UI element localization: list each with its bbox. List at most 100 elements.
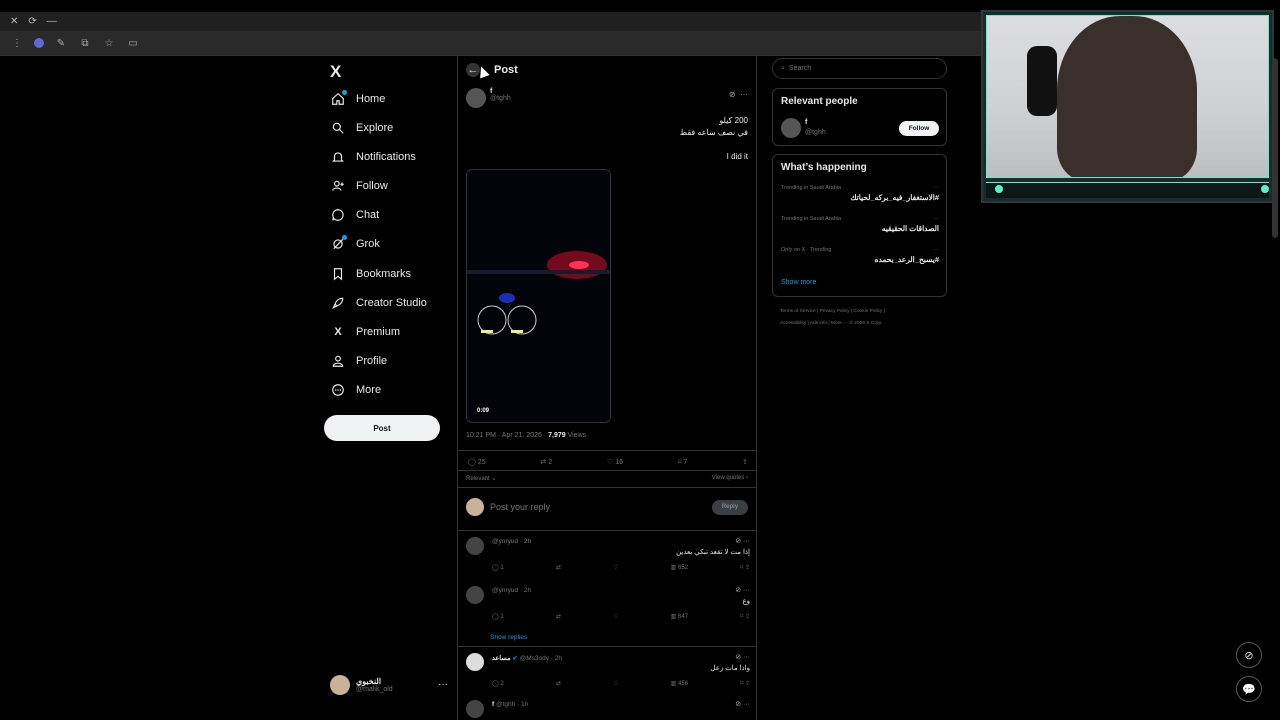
page-title: Post: [494, 64, 518, 76]
follow-button[interactable]: Follow: [899, 121, 939, 136]
nav-home[interactable]: Home: [330, 89, 385, 109]
extension-icon[interactable]: ✎: [54, 38, 68, 49]
nav-profile[interactable]: Profile: [330, 351, 387, 371]
profile-icon[interactable]: [34, 38, 44, 48]
repost-icon[interactable]: ⇄: [556, 564, 561, 571]
browser-tab-bar: ✕ ⟳ —: [0, 12, 985, 31]
nav-chat[interactable]: Chat: [330, 205, 379, 225]
reply-composer: Post your reply Reply: [466, 497, 748, 517]
heart-icon[interactable]: ♡: [613, 613, 618, 620]
search-input[interactable]: ⌕ Search: [772, 58, 947, 79]
bookmark-share-icons[interactable]: ⌑ ⇪: [740, 613, 750, 620]
video-player[interactable]: 0:09: [466, 169, 611, 423]
frame-ornament-icon: [1261, 185, 1269, 193]
more-icon[interactable]: ···: [933, 185, 939, 191]
reply-options[interactable]: ⊘ ···: [735, 537, 750, 545]
divider: [458, 470, 756, 471]
nav-grok[interactable]: Grok: [330, 234, 380, 254]
view-quotes-link[interactable]: View quotes ›: [712, 475, 748, 481]
person-face: [1057, 16, 1197, 177]
grok-icon[interactable]: ⊘: [729, 90, 736, 99]
avatar: [466, 700, 484, 718]
account-switcher[interactable]: النخبوي @malik_old ···: [330, 675, 448, 695]
reply-handle: @Ms3ody · 2h: [519, 655, 563, 662]
cast-icon[interactable]: ▭: [126, 38, 140, 49]
views-action[interactable]: ▥ 652: [671, 564, 688, 571]
footer-links[interactable]: Terms of Service | Privacy Policy | Cook…: [780, 309, 940, 314]
repost-icon[interactable]: ⇄: [556, 680, 561, 687]
trend-item[interactable]: Trending in Saudi Arabia ··· الصداقات ال…: [781, 216, 939, 233]
nav-follow[interactable]: Follow: [330, 176, 388, 196]
show-replies-link[interactable]: Show replies: [490, 634, 527, 641]
search-icon: [330, 120, 346, 136]
avatar: [466, 653, 484, 671]
close-icon[interactable]: ✕: [10, 16, 18, 27]
footer-links[interactable]: Accessibility | Ads info | More ··· © 20…: [780, 321, 940, 326]
bookmark-share-icons[interactable]: ⌑ ⇪: [740, 564, 750, 571]
reply-options[interactable]: ⊘ ···: [735, 586, 750, 594]
reply-text: إذا مت لا تقعد تبكي بعدين: [676, 549, 750, 556]
nav-more[interactable]: More: [330, 380, 381, 400]
trend-context: Trending in Saudi Arabia: [781, 216, 842, 222]
more-icon[interactable]: ···: [933, 247, 939, 253]
nav-premium[interactable]: X Premium: [330, 322, 400, 342]
post-button[interactable]: Post: [324, 415, 440, 441]
star-icon[interactable]: ☆: [102, 38, 116, 49]
nav-label: Explore: [356, 122, 394, 134]
person-name[interactable]: f: [805, 119, 807, 126]
minimize-icon[interactable]: —: [47, 16, 57, 27]
sort-replies[interactable]: Relevant ⌄: [466, 475, 496, 482]
nav-label: Notifications: [356, 151, 416, 163]
avatar[interactable]: [781, 118, 801, 138]
post-author[interactable]: f @tghh: [466, 88, 511, 108]
post-actions: ◯ 25 ⇄ 2 ♡ 16 ⌑ 7 ⇪: [468, 458, 748, 466]
tab-icon[interactable]: ⧉: [78, 38, 92, 49]
scrollbar[interactable]: [1272, 58, 1278, 238]
reply-count: 1: [500, 565, 504, 571]
views-action[interactable]: ▥ 647: [671, 613, 688, 620]
reply-action[interactable]: ◯ 1: [492, 613, 504, 620]
trend-item[interactable]: Trending in Saudi Arabia ··· #الاستغفار_…: [781, 185, 939, 202]
share-icon[interactable]: ⇪: [742, 458, 748, 466]
nav-explore[interactable]: Explore: [330, 118, 393, 138]
reply-button[interactable]: Reply: [712, 499, 748, 515]
x-logo-icon[interactable]: X: [330, 62, 341, 82]
views-action[interactable]: ▥ 456: [671, 680, 688, 687]
avatar: [466, 537, 484, 555]
repost-action[interactable]: ⇄ 2: [540, 458, 552, 466]
reply-author: f @tghh · 1h: [492, 701, 528, 708]
heart-icon[interactable]: ♡: [613, 564, 618, 571]
reply-options[interactable]: ⊘ ···: [735, 653, 750, 661]
like-action[interactable]: ♡ 16: [607, 458, 623, 466]
author-name: f: [490, 88, 493, 95]
nav-bookmarks[interactable]: Bookmarks: [330, 264, 411, 284]
reply-action[interactable]: ◯ 25: [468, 458, 486, 466]
nav-label: Premium: [356, 326, 401, 338]
reload-icon[interactable]: ⟳: [28, 16, 36, 27]
more-icon[interactable]: ···: [933, 216, 939, 222]
reply-options[interactable]: ⊘ ···: [735, 700, 750, 708]
reply-name: مساعد: [492, 655, 511, 662]
reply-handle: @ynryud · 2h: [492, 587, 532, 594]
post-text-line: في نصف ساعه فقط: [679, 128, 748, 137]
reply-action[interactable]: ◯ 2: [492, 680, 504, 687]
menu-icon[interactable]: ⋮: [10, 38, 24, 49]
show-more-link[interactable]: Show more: [781, 279, 816, 286]
trend-item[interactable]: Only on X · Trending ··· #يسبح_الرعد_بحم…: [781, 247, 939, 264]
more-icon[interactable]: ···: [438, 679, 448, 690]
frame-ornament-icon: [995, 185, 1003, 193]
more-icon[interactable]: ···: [740, 90, 748, 99]
grok-icon[interactable]: ⊘: [1236, 642, 1262, 668]
reply-input[interactable]: Post your reply: [490, 502, 712, 512]
nav-notifications[interactable]: Notifications: [330, 147, 416, 167]
video-duration: 0:09: [477, 408, 490, 414]
reply-action[interactable]: ◯ 1: [492, 564, 504, 571]
repost-icon[interactable]: ⇄: [556, 613, 561, 620]
heart-icon[interactable]: ♡: [613, 680, 618, 687]
nav-creator-studio[interactable]: Creator Studio: [330, 293, 427, 313]
bookmark-share-icons[interactable]: ⌑ ⇪: [740, 680, 750, 687]
post-text-line: 200 كيلو: [719, 116, 748, 125]
chat-icon[interactable]: 💬: [1236, 676, 1262, 702]
post-time: 10:21 PM · Apr 21, 2026 ·: [466, 432, 549, 439]
bookmark-action[interactable]: ⌑ 7: [678, 458, 687, 466]
